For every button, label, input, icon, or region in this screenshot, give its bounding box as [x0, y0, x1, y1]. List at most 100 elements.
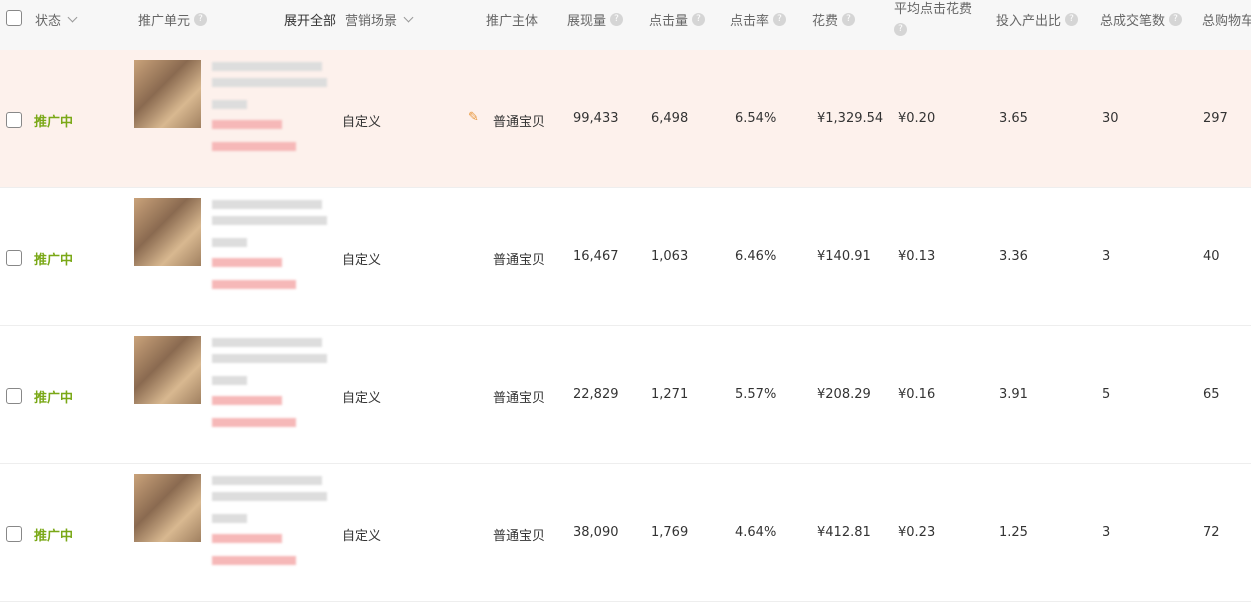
unit-column-header: 推广单元?: [138, 10, 208, 29]
product-title-blurred: [212, 338, 322, 347]
product-title-blurred: [212, 354, 327, 363]
cost-value: ¥412.81: [817, 525, 871, 540]
orders-value: 3: [1102, 249, 1111, 264]
header-label: 点击量: [649, 14, 689, 29]
cart-column-header[interactable]: 总购物车: [1202, 10, 1251, 29]
impressions-value: 22,829: [573, 387, 619, 402]
roi-column-header[interactable]: 投入产出比?: [996, 10, 1079, 29]
header-label: 点击率: [730, 14, 770, 29]
row-checkbox[interactable]: [6, 250, 22, 266]
help-icon[interactable]: ?: [1065, 13, 1079, 26]
status-text: 推广中: [34, 253, 74, 268]
product-thumbnail[interactable]: [134, 474, 201, 542]
product-tag-blurred: [212, 258, 282, 267]
header-label: 花费: [812, 14, 839, 29]
product-thumbnail[interactable]: [134, 60, 201, 128]
scene-value: 自定义: [342, 529, 382, 544]
row-checkbox[interactable]: [6, 112, 22, 128]
orders-column-header[interactable]: 总成交笔数?: [1100, 10, 1183, 29]
help-icon[interactable]: ?: [194, 13, 208, 26]
table-row: 推广中 自定义 普通宝贝 99,433 6,498 6.54% ¥1,329.5…: [0, 50, 1251, 188]
impressions-value: 99,433: [573, 111, 619, 126]
subject-value: 普通宝贝: [493, 529, 546, 544]
status-column-header[interactable]: 状态: [35, 10, 80, 29]
ctr-value: 6.54%: [735, 111, 777, 126]
product-title-blurred: [212, 492, 327, 501]
ctr-column-header[interactable]: 点击率?: [730, 10, 787, 29]
ctr-value: 4.64%: [735, 525, 777, 540]
product-title-blurred: [212, 476, 322, 485]
header-label: 营销场景: [345, 14, 398, 29]
header-label: 展现量: [567, 14, 607, 29]
product-tag-blurred: [212, 396, 282, 405]
help-icon[interactable]: ?: [610, 13, 624, 26]
impressions-value: 16,467: [573, 249, 619, 264]
select-all-checkbox[interactable]: [6, 10, 22, 26]
product-thumbnail[interactable]: [134, 198, 201, 266]
row-checkbox[interactable]: [6, 388, 22, 404]
product-tag-blurred: [212, 280, 296, 289]
chevron-down-icon: [67, 12, 78, 23]
header-label: 总成交笔数: [1100, 14, 1166, 29]
scene-value: 自定义: [342, 391, 382, 406]
orders-value: 30: [1102, 111, 1119, 126]
orders-value: 5: [1102, 387, 1111, 402]
product-tag-blurred: [212, 142, 296, 151]
status-text: 推广中: [34, 115, 74, 130]
header-label: 平均点击花费: [894, 2, 973, 17]
table-row: 推广中 自定义 普通宝贝 38,090 1,769 4.64% ¥412.81 …: [0, 464, 1251, 602]
chevron-down-icon: [403, 12, 414, 23]
row-checkbox[interactable]: [6, 526, 22, 542]
subject-value: 普通宝贝: [493, 391, 546, 406]
impressions-column-header[interactable]: 展现量?: [567, 10, 624, 29]
header-label: 投入产出比: [996, 14, 1062, 29]
header-label: 状态: [35, 14, 62, 29]
header-label: 总购物车: [1202, 14, 1251, 29]
scene-value: 自定义: [342, 253, 382, 268]
clicks-value: 1,271: [651, 387, 689, 402]
product-tag-blurred: [212, 534, 282, 543]
product-thumbnail[interactable]: [134, 336, 201, 404]
edit-pencil-icon[interactable]: ✎: [468, 110, 479, 125]
product-title-blurred: [212, 216, 327, 225]
product-tag-blurred: [212, 120, 282, 129]
clicks-column-header[interactable]: 点击量?: [649, 10, 706, 29]
help-icon[interactable]: ?: [773, 13, 787, 26]
product-title-blurred: [212, 78, 327, 87]
help-icon[interactable]: ?: [692, 13, 706, 26]
clicks-value: 1,769: [651, 525, 689, 540]
ctr-value: 6.46%: [735, 249, 777, 264]
avg-cpc-value: ¥0.13: [898, 249, 936, 264]
roi-value: 3.36: [999, 249, 1028, 264]
product-tag-blurred: [212, 418, 296, 427]
product-title-blurred: [212, 62, 322, 71]
cost-column-header[interactable]: 花费?: [812, 10, 856, 29]
orders-value: 3: [1102, 525, 1111, 540]
impressions-value: 38,090: [573, 525, 619, 540]
help-icon[interactable]: ?: [1169, 13, 1183, 26]
product-info-blurred: [212, 238, 247, 247]
product-info-blurred: [212, 376, 247, 385]
help-icon[interactable]: ?: [894, 23, 907, 36]
cart-value: 65: [1203, 387, 1220, 402]
avg-cpc-value: ¥0.20: [898, 111, 936, 126]
table-row: 推广中 自定义 普通宝贝 16,467 1,063 6.46% ¥140.91 …: [0, 188, 1251, 326]
help-icon[interactable]: ?: [842, 13, 856, 26]
roi-value: 3.65: [999, 111, 1028, 126]
cart-value: 297: [1203, 111, 1228, 126]
clicks-value: 1,063: [651, 249, 689, 264]
cost-value: ¥208.29: [817, 387, 871, 402]
expand-all-button[interactable]: 展开全部: [284, 10, 336, 29]
cost-value: ¥140.91: [817, 249, 871, 264]
roi-value: 3.91: [999, 387, 1028, 402]
product-info-blurred: [212, 100, 247, 109]
avg-cpc-column-header[interactable]: 平均点击花费?: [894, 0, 972, 36]
clicks-value: 6,498: [651, 111, 689, 126]
ctr-value: 5.57%: [735, 387, 777, 402]
cart-value: 72: [1203, 525, 1220, 540]
product-tag-blurred: [212, 556, 296, 565]
product-info-blurred: [212, 514, 247, 523]
scene-column-header[interactable]: 营销场景: [345, 10, 416, 29]
avg-cpc-value: ¥0.23: [898, 525, 936, 540]
roi-value: 1.25: [999, 525, 1028, 540]
